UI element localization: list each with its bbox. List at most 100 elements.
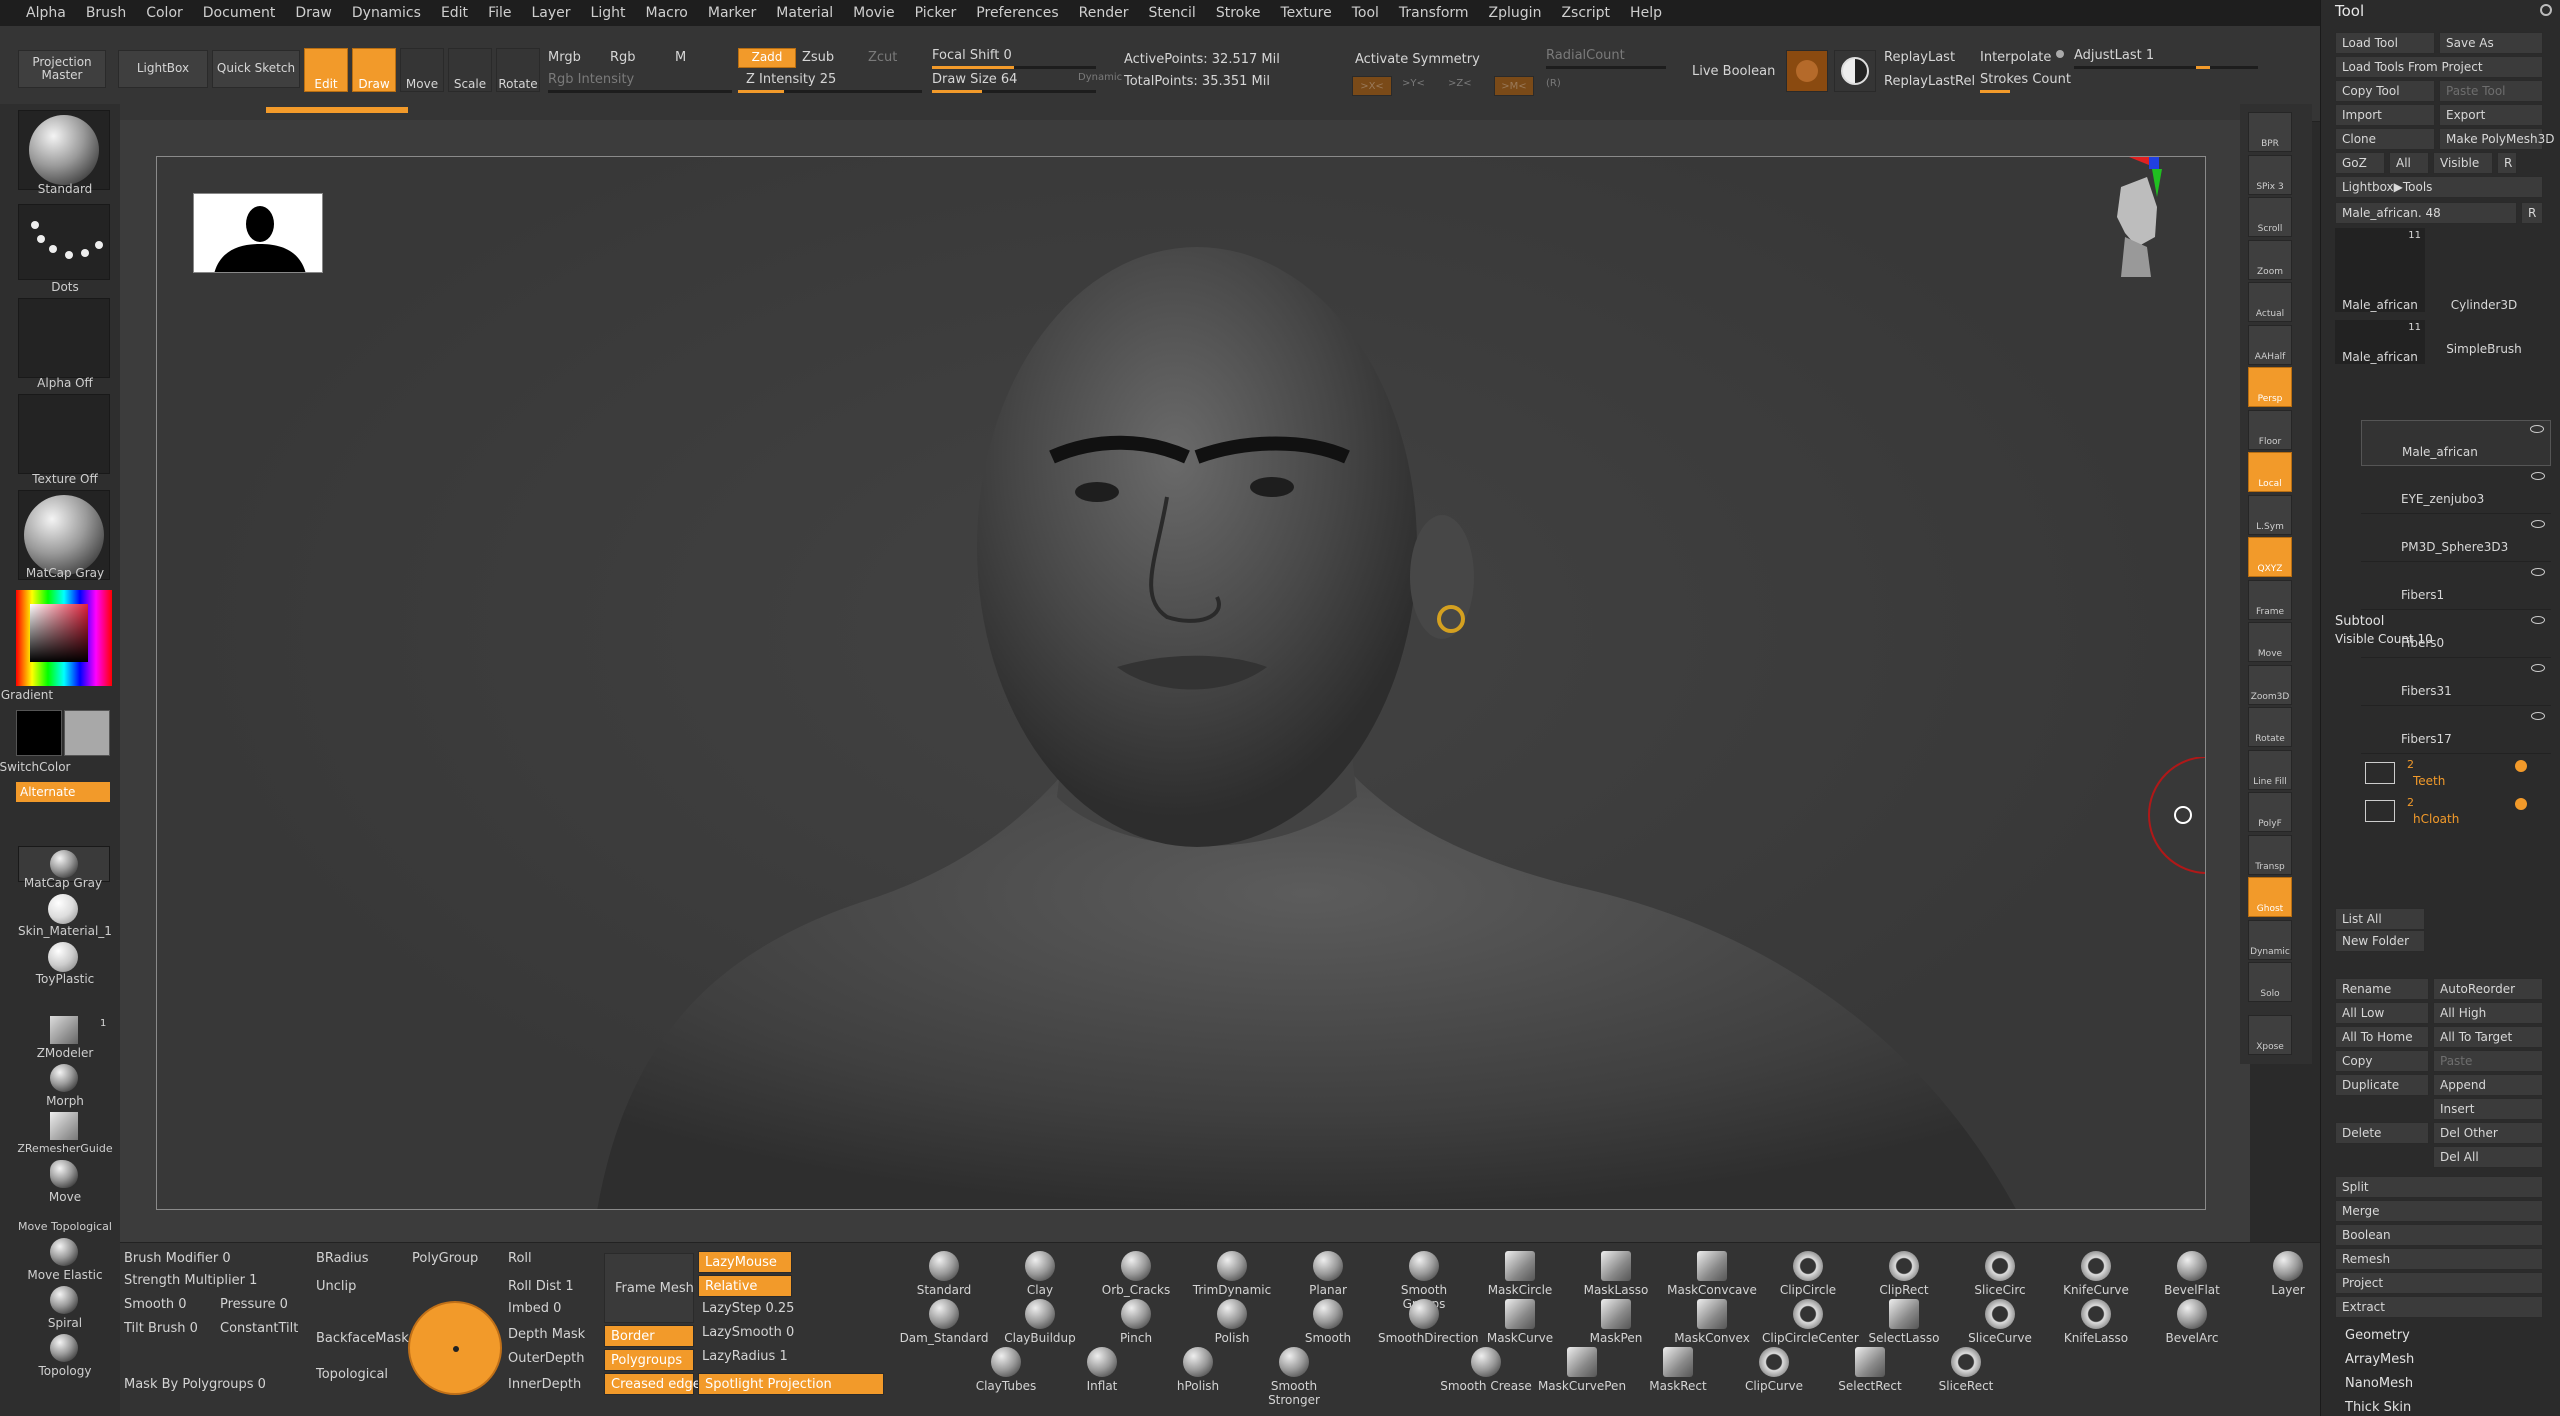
polygroup-button[interactable]: PolyGroup — [412, 1251, 478, 1266]
menu-zscript[interactable]: Zscript — [1551, 5, 1620, 21]
brush-dam-standard[interactable]: Dam_Standard — [898, 1299, 990, 1347]
tool-move[interactable]: Move — [0, 1190, 130, 1204]
shelf-frame[interactable]: Frame — [2248, 579, 2292, 620]
menu-picker[interactable]: Picker — [905, 5, 967, 21]
tool-btn-load-tool[interactable]: Load Tool — [2335, 32, 2435, 54]
subtool-action-del-other[interactable]: Del Other — [2433, 1122, 2543, 1144]
brush-clipcirclecenter[interactable]: ClipCircleCenter — [1762, 1299, 1859, 1347]
brush-smooth-groups[interactable]: Smooth Groups — [1378, 1251, 1470, 1311]
menu-transform[interactable]: Transform — [1389, 5, 1479, 21]
current-tool-r-button[interactable]: R — [2521, 202, 2543, 224]
roll-button[interactable]: Roll — [508, 1251, 532, 1266]
subtool-extract[interactable]: Extract — [2335, 1296, 2543, 1318]
brush-bevelarc[interactable]: BevelArc — [2146, 1299, 2238, 1347]
gear-icon[interactable] — [2515, 798, 2527, 810]
subtool-action-copy[interactable]: Copy — [2335, 1050, 2429, 1072]
brush-curve-icon[interactable] — [408, 1301, 502, 1395]
bradius-button[interactable]: BRadius — [316, 1251, 369, 1266]
texture-selector[interactable] — [18, 394, 110, 474]
projection-master-button[interactable]: Projection Master — [18, 50, 106, 88]
menu-macro[interactable]: Macro — [636, 5, 698, 21]
brush-selectlasso[interactable]: SelectLasso — [1858, 1299, 1950, 1347]
subtool-action-append[interactable]: Append — [2433, 1074, 2543, 1096]
draw-button[interactable]: Draw — [352, 48, 396, 92]
dynamic-toggle[interactable]: Dynamic — [1078, 72, 1122, 83]
brush-maskcircle[interactable]: MaskCircle — [1474, 1251, 1566, 1299]
visibility-eye-icon[interactable] — [2531, 520, 2545, 528]
menu-draw[interactable]: Draw — [285, 5, 342, 21]
tool-zmodeler[interactable]: ZModeler — [0, 1046, 130, 1060]
visibility-eye-icon[interactable] — [2531, 472, 2545, 480]
visibility-eye-icon[interactable] — [2531, 568, 2545, 576]
menu-render[interactable]: Render — [1069, 5, 1139, 21]
zremesher-guide-icon[interactable] — [50, 1112, 78, 1140]
tool-btn-lightbox-tools[interactable]: Lightbox▶Tools — [2335, 176, 2543, 198]
brush-knifecurve[interactable]: KnifeCurve — [2050, 1251, 2142, 1299]
menu-zplugin[interactable]: Zplugin — [1479, 5, 1552, 21]
subtool-folder[interactable]: 2 hCloath — [2361, 794, 2551, 830]
menu-document[interactable]: Document — [193, 5, 286, 21]
alternate-button[interactable]: Alternate — [16, 782, 110, 802]
alpha-selector[interactable] — [18, 298, 110, 378]
brush-knifelasso[interactable]: KnifeLasso — [2050, 1299, 2142, 1347]
sym-x-button[interactable]: >X< — [1352, 76, 1392, 96]
list-all-button[interactable]: List All — [2335, 908, 2425, 930]
constant-tilt-button[interactable]: ConstantTilt — [220, 1321, 298, 1336]
menu-dynamics[interactable]: Dynamics — [342, 5, 431, 21]
shelf-transp[interactable]: Transp — [2248, 834, 2292, 875]
mrgb-button[interactable]: Mrgb — [548, 50, 581, 65]
brush-maskrect[interactable]: MaskRect — [1632, 1347, 1724, 1395]
menu-help[interactable]: Help — [1620, 5, 1672, 21]
lazy-radius-slider[interactable]: LazyRadius 1 — [702, 1349, 788, 1364]
zsub-button[interactable]: Zsub — [802, 50, 834, 65]
tool-topology[interactable]: Topology — [0, 1364, 130, 1378]
inner-depth-slider[interactable]: InnerDepth — [508, 1377, 581, 1392]
depth-mask-button[interactable]: Depth Mask — [508, 1327, 585, 1342]
mask-by-polygroups-slider[interactable]: Mask By Polygroups 0 — [124, 1377, 266, 1392]
menu-file[interactable]: File — [478, 5, 521, 21]
brush-maskconvcave[interactable]: MaskConvcave — [1666, 1251, 1758, 1299]
adjust-last-slider[interactable]: AdjustLast 1 — [2074, 48, 2154, 63]
color-picker[interactable] — [16, 590, 112, 686]
brush-hpolish[interactable]: hPolish — [1152, 1347, 1244, 1395]
brush-claytubes[interactable]: ClayTubes — [960, 1347, 1052, 1395]
shelf-zoom3d[interactable]: Zoom3D — [2248, 664, 2292, 705]
subtool-merge[interactable]: Merge — [2335, 1200, 2543, 1222]
topological-button[interactable]: Topological — [316, 1367, 388, 1382]
section-nanomesh[interactable]: NanoMesh — [2345, 1376, 2413, 1391]
menu-stroke[interactable]: Stroke — [1206, 5, 1271, 21]
menu-texture[interactable]: Texture — [1270, 5, 1341, 21]
shelf-dynamic[interactable]: Dynamic — [2248, 919, 2292, 960]
menu-alpha[interactable]: Alpha — [16, 5, 76, 21]
lazy-smooth-slider[interactable]: LazySmooth 0 — [702, 1325, 794, 1340]
morph-icon[interactable] — [50, 1064, 78, 1092]
brush-modifier-slider[interactable]: Brush Modifier 0 — [124, 1251, 231, 1266]
brush-trimdynamic[interactable]: TrimDynamic — [1186, 1251, 1278, 1299]
brush-selector[interactable] — [18, 110, 110, 190]
tool-move-topological[interactable]: Move Topological — [0, 1220, 130, 1233]
menu-color[interactable]: Color — [136, 5, 193, 21]
gradient-label[interactable]: Gradient — [0, 688, 92, 702]
subtool-action-insert[interactable]: Insert — [2433, 1098, 2543, 1120]
subtool-row[interactable]: EYE_zenjubo3 — [2361, 468, 2551, 514]
brush-layer[interactable]: Layer — [2242, 1251, 2334, 1299]
menu-marker[interactable]: Marker — [698, 5, 766, 21]
current-tool-slider[interactable]: Male_african. 48 — [2335, 202, 2517, 224]
unclip-button[interactable]: Unclip — [316, 1279, 356, 1294]
subtool-boolean[interactable]: Boolean — [2335, 1224, 2543, 1246]
section-thick-skin[interactable]: Thick Skin — [2345, 1400, 2411, 1415]
zmodeler-icon[interactable] — [50, 1016, 78, 1044]
canvas[interactable] — [156, 156, 2206, 1210]
material-swatch-icon[interactable] — [1786, 50, 1828, 92]
toyplastic-material-icon[interactable] — [48, 942, 78, 972]
tool-btn-export[interactable]: Export — [2439, 104, 2543, 126]
backface-mask-button[interactable]: BackfaceMask — [316, 1331, 409, 1346]
subtool-action-del-all[interactable]: Del All — [2433, 1146, 2543, 1168]
document-viewport[interactable] — [120, 120, 2250, 1242]
visibility-eye-icon[interactable] — [2531, 712, 2545, 720]
live-boolean-button[interactable]: Live Boolean — [1692, 64, 1775, 79]
brush-cliprect[interactable]: ClipRect — [1858, 1251, 1950, 1299]
lightbox-button[interactable]: LightBox — [118, 50, 208, 88]
tool-btn-clone[interactable]: Clone — [2335, 128, 2435, 150]
lazy-step-slider[interactable]: LazyStep 0.25 — [702, 1301, 794, 1316]
